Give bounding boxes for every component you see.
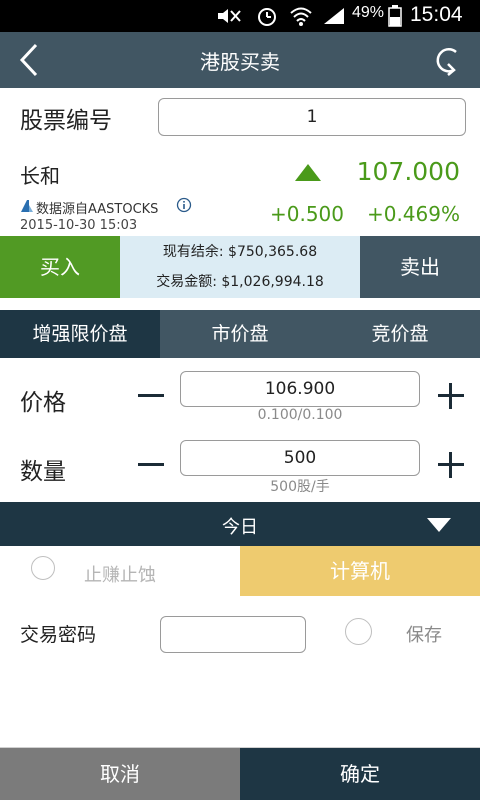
lot-size-hint: 500股/手 xyxy=(270,479,330,495)
quantity-plus-icon[interactable] xyxy=(436,450,466,480)
validity-select[interactable]: 今日 xyxy=(0,502,480,546)
price-plus-icon[interactable] xyxy=(436,381,466,411)
price-input[interactable]: 106.900 xyxy=(180,371,420,407)
price-minus-icon[interactable] xyxy=(136,381,166,411)
trade-password-input[interactable] xyxy=(160,616,306,653)
confirm-button[interactable]: 确定 xyxy=(240,748,480,800)
alarm-icon xyxy=(258,8,276,26)
price-spread-hint: 0.100/0.100 xyxy=(257,407,343,423)
trade-password-label: 交易密码 xyxy=(20,624,97,646)
stop-profit-loss-radio[interactable] xyxy=(31,556,55,580)
stock-price: 107.000 xyxy=(356,157,460,186)
price-change-percent: +0.469% xyxy=(366,202,460,226)
sell-button[interactable]: 卖出 xyxy=(360,236,480,298)
balance-info: 现有结余: $750,365.68 交易金额: $1,026,994.18 xyxy=(120,236,360,298)
stock-code-input[interactable]: 1 xyxy=(158,98,466,136)
tab-enhanced-limit[interactable]: 增强限价盘 xyxy=(0,310,160,358)
tab-market[interactable]: 市价盘 xyxy=(160,310,320,358)
save-password-label: 保存 xyxy=(406,625,442,646)
wifi-icon xyxy=(290,7,312,26)
quantity-input[interactable]: 500 xyxy=(180,440,420,476)
stock-code-label: 股票编号 xyxy=(20,108,112,134)
signal-icon xyxy=(324,8,344,24)
calculator-button[interactable]: 计算机 xyxy=(240,546,480,596)
quantity-minus-icon[interactable] xyxy=(136,450,166,480)
status-bar: 49% 15:04 xyxy=(0,0,480,32)
tab-auction[interactable]: 竞价盘 xyxy=(320,310,480,358)
cancel-button[interactable]: 取消 xyxy=(0,748,240,800)
refresh-icon[interactable] xyxy=(430,42,464,78)
aastocks-logo-icon xyxy=(21,200,33,212)
info-icon[interactable] xyxy=(176,197,192,213)
dropdown-triangle-icon xyxy=(427,518,451,532)
buy-button[interactable]: 买入 xyxy=(0,236,120,298)
quote-timestamp: 2015-10-30 15:03 xyxy=(20,218,138,233)
price-change: +0.500 xyxy=(269,202,344,226)
cash-balance: 现有结余: $750,365.68 xyxy=(162,244,318,260)
trade-amount: 交易金额: $1,026,994.18 xyxy=(156,274,324,290)
data-source: 数据源自AASTOCKS xyxy=(36,202,159,217)
app-header: 港股买卖 xyxy=(0,32,480,88)
mute-icon xyxy=(218,9,241,23)
stop-profit-loss-label: 止赚止蚀 xyxy=(84,565,156,586)
page-title: 港股买卖 xyxy=(200,50,280,74)
stock-name: 长和 xyxy=(20,164,60,188)
clock: 15:04 xyxy=(410,3,463,26)
quantity-label: 数量 xyxy=(20,459,66,485)
price-label: 价格 xyxy=(20,390,66,416)
battery-percent: 49% xyxy=(352,4,385,21)
validity-value: 今日 xyxy=(222,517,258,538)
save-password-radio[interactable] xyxy=(345,618,372,645)
battery-icon xyxy=(388,5,402,27)
price-up-triangle-icon xyxy=(295,164,321,181)
